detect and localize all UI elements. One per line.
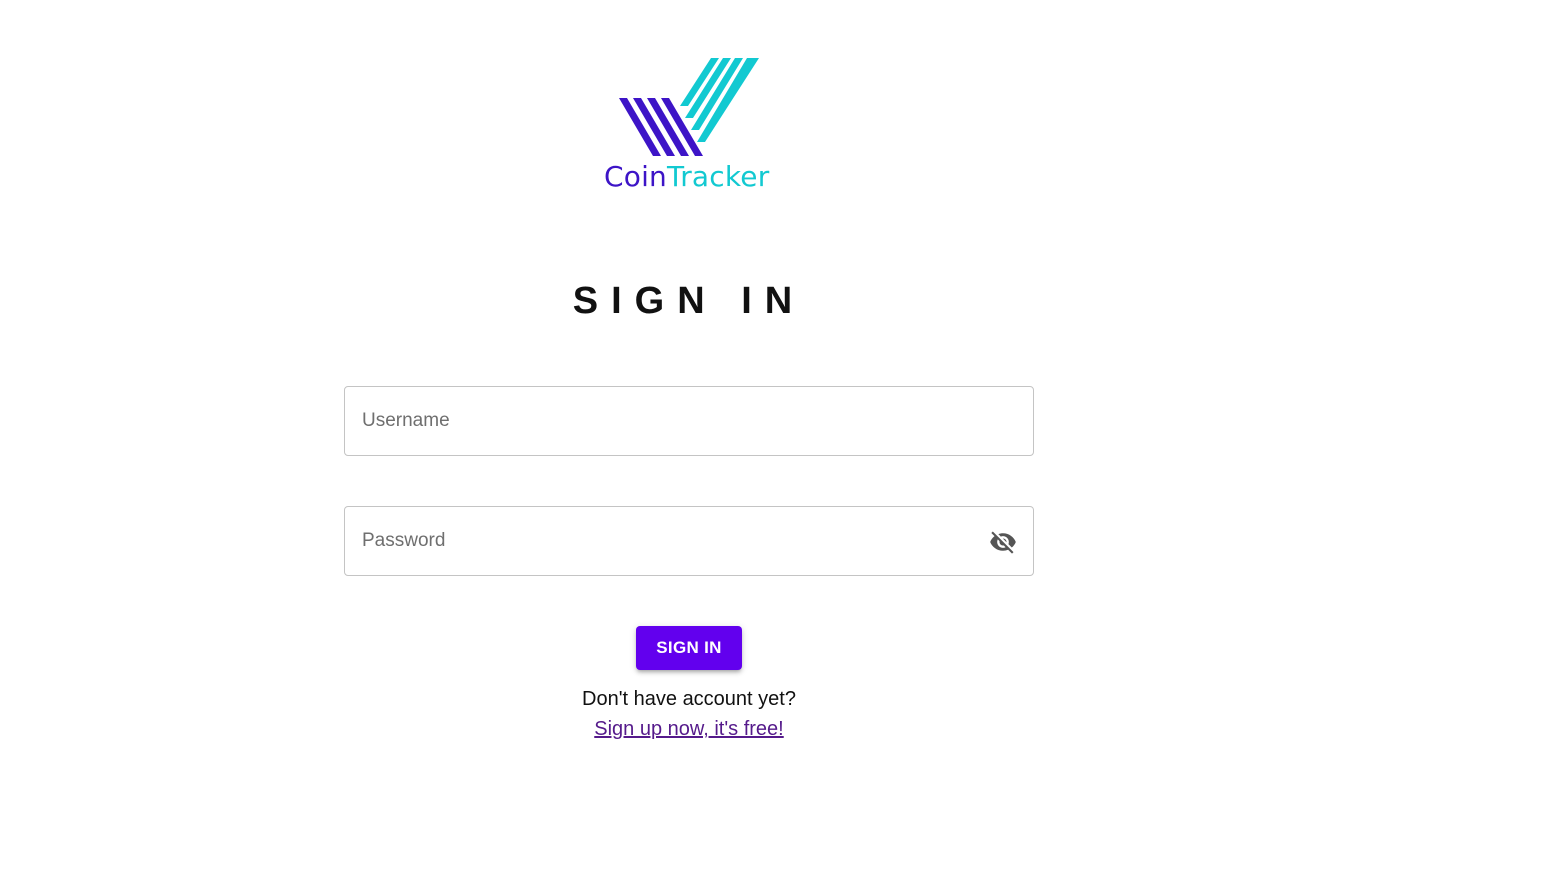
- page-title: SIGN IN: [572, 280, 806, 322]
- signup-link[interactable]: Sign up now, it's free!: [594, 718, 783, 740]
- no-account-prompt: Don't have account yet?: [582, 688, 796, 710]
- sign-in-button[interactable]: SIGN IN: [636, 626, 742, 670]
- password-field: [344, 506, 1034, 576]
- eye-off-icon[interactable]: [988, 528, 1018, 556]
- username-input[interactable]: [345, 387, 1033, 455]
- coin-tracker-logo-icon: [619, 58, 759, 156]
- sign-in-page: CoinTracker SIGN IN SIGN IN Don't have a…: [0, 0, 1561, 892]
- brand-wordmark: CoinTracker: [604, 157, 769, 197]
- brand-name-coin: Coin: [604, 160, 668, 193]
- password-input[interactable]: [345, 507, 1033, 575]
- signup-link-container: Sign up now, it's free!: [344, 716, 1034, 742]
- username-field: [344, 386, 1034, 456]
- brand-name-tracker: Tracker: [667, 160, 770, 193]
- brand-logo: CoinTracker: [600, 56, 775, 196]
